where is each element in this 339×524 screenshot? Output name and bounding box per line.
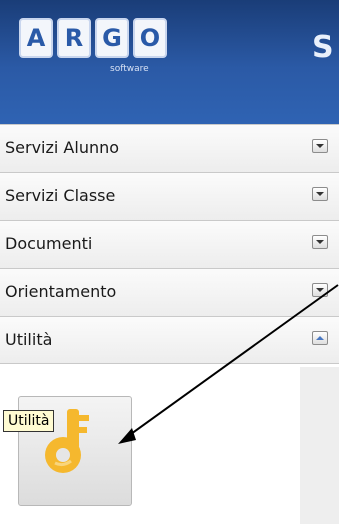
menu-item-utilita[interactable]: Utilità [0, 316, 339, 364]
menu-item-label: Utilità [5, 330, 53, 349]
sidebar-menu: Servizi Alunno Servizi Classe Documenti … [0, 124, 339, 364]
expand-icon[interactable] [312, 235, 328, 249]
tooltip-utilita: Utilità [3, 410, 55, 432]
menu-item-servizi-alunno[interactable]: Servizi Alunno [0, 124, 339, 172]
menu-item-label: Servizi Alunno [5, 138, 120, 157]
expand-icon[interactable] [312, 139, 328, 153]
menu-item-label: Servizi Classe [5, 186, 116, 205]
menu-item-documenti[interactable]: Documenti [0, 220, 339, 268]
panel-scroll-strip [300, 367, 339, 524]
collapse-icon[interactable] [312, 331, 328, 345]
logo-letter: A [19, 18, 53, 58]
app-frame: A R G O software S Servizi Alunno Serviz… [0, 0, 339, 524]
expand-icon[interactable] [312, 283, 328, 297]
menu-item-label: Orientamento [5, 282, 117, 301]
header-title-partial: S [312, 30, 334, 65]
menu-item-orientamento[interactable]: Orientamento [0, 268, 339, 316]
logo-letter: G [95, 18, 129, 58]
logo-subtitle: software [110, 64, 149, 74]
logo-letter: O [133, 18, 167, 58]
menu-item-label: Documenti [5, 234, 93, 253]
expand-icon[interactable] [312, 187, 328, 201]
argo-logo: A R G O [19, 18, 167, 58]
logo-letter: R [57, 18, 91, 58]
header-banner: A R G O software S [0, 0, 339, 124]
menu-item-servizi-classe[interactable]: Servizi Classe [0, 172, 339, 220]
